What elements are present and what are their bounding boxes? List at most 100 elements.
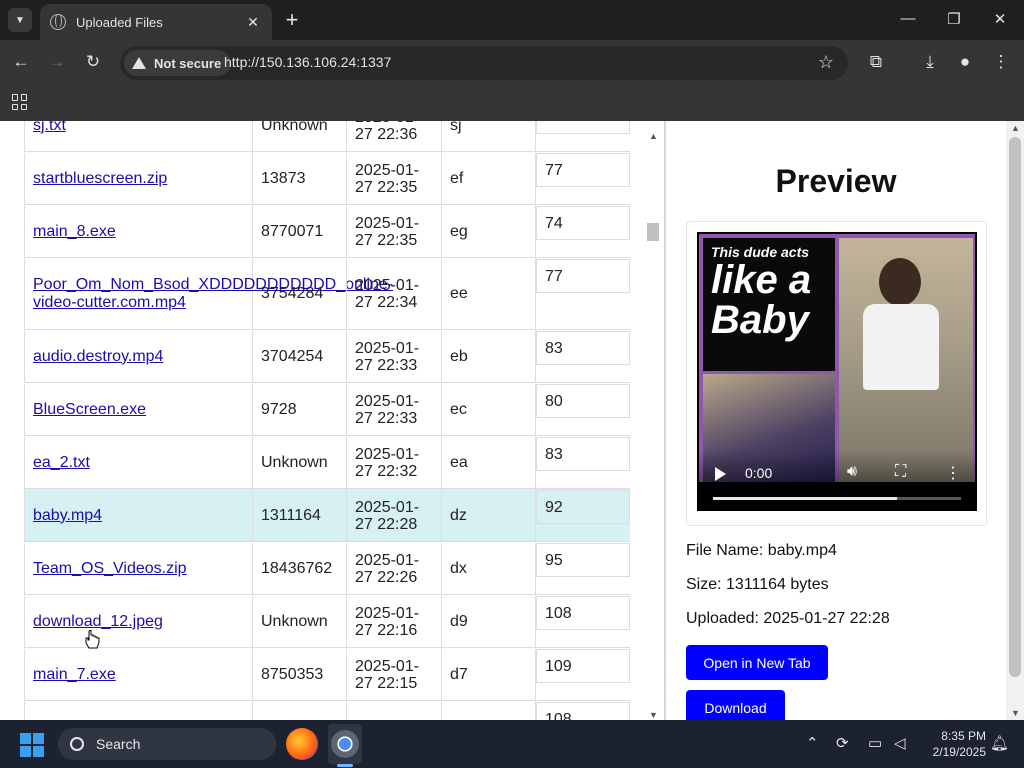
- file-count-cell: 83: [536, 437, 630, 488]
- file-link[interactable]: ea_2.txt: [33, 454, 90, 472]
- address-bar[interactable]: Not secure http://150.136.106.24:1337 ☆: [120, 46, 848, 80]
- file-link[interactable]: BlueScreen.exe: [33, 401, 146, 419]
- table-row[interactable]: Poor_Om_Nom_Bsod_XDDDDDDDDDDD_online-vid…: [24, 258, 630, 330]
- table-row[interactable]: ea_2.txt Unknown 2025-01-27 22:32 ea 83: [24, 436, 630, 489]
- file-size-cell: Unknown: [253, 121, 347, 151]
- restore-icon[interactable]: ❐: [944, 10, 964, 28]
- file-link[interactable]: audio.destroy.mp4: [33, 348, 163, 366]
- count-box: 83: [536, 437, 630, 471]
- minimize-icon[interactable]: —: [898, 10, 918, 27]
- back-arrow-icon[interactable]: ←: [10, 52, 32, 72]
- window-close-icon[interactable]: ✕: [990, 10, 1010, 28]
- video-progress-bar[interactable]: [713, 497, 961, 500]
- clock-time: 8:35 PM: [941, 729, 986, 743]
- table-row[interactable]: sj.txt Unknown2025-01-27 22:36sj: [24, 121, 630, 152]
- taskbar-clock[interactable]: 8:35 PM 2/19/2025: [922, 728, 986, 760]
- file-count-cell: 83: [536, 331, 630, 382]
- file-size-cell: [253, 702, 347, 720]
- volume-muted-icon[interactable]: ◁: [894, 734, 906, 752]
- scroll-up-arrow-icon[interactable]: ▲: [649, 131, 658, 141]
- forward-arrow-icon[interactable]: →: [46, 52, 68, 72]
- table-row[interactable]: BlueScreen.exe 9728 2025-01-27 22:33 ec 80: [24, 383, 630, 436]
- firefox-icon[interactable]: [286, 728, 318, 760]
- file-name-cell: main_8.exe: [24, 206, 253, 257]
- tray-chevron-up-icon[interactable]: ⌃: [806, 734, 819, 752]
- extensions-icon[interactable]: ⧉: [865, 52, 887, 72]
- new-tab-button[interactable]: +: [282, 8, 302, 32]
- file-link[interactable]: main_7.exe: [33, 666, 116, 684]
- file-id-cell: ee: [442, 259, 536, 329]
- open-in-new-tab-button[interactable]: Open in New Tab: [686, 645, 828, 680]
- file-link[interactable]: main_8.exe: [33, 223, 116, 241]
- table-row[interactable]: Team_OS_Videos.zip 18436762 2025-01-27 22:…: [24, 542, 630, 595]
- taskbar-search[interactable]: Search: [58, 728, 276, 760]
- video-frame: This dude acts like a Baby: [699, 234, 975, 482]
- preview-scroll-down-icon[interactable]: ▼: [1011, 708, 1020, 718]
- apps-grid-icon[interactable]: [12, 94, 28, 110]
- video-person-panel: [839, 238, 973, 482]
- profile-icon[interactable]: ●: [954, 52, 976, 72]
- bookmark-star-icon[interactable]: ☆: [818, 52, 834, 73]
- count-box: 77: [536, 153, 630, 187]
- file-link[interactable]: Team_OS_Videos.zip: [33, 560, 187, 578]
- sync-icon[interactable]: ⟳: [836, 734, 849, 752]
- scroll-down-arrow-icon[interactable]: ▼: [649, 710, 658, 720]
- preview-scrollbar[interactable]: ▲ ▼: [1006, 121, 1024, 720]
- file-date-cell: 2025-01-27 22:35: [347, 206, 442, 257]
- hand-cursor-icon: [85, 630, 100, 649]
- uploaded-line: Uploaded: 2025-01-27 22:28: [686, 610, 890, 627]
- file-link[interactable]: startbluescreen.zip: [33, 170, 167, 188]
- download-icon[interactable]: ⤓: [919, 52, 941, 72]
- network-icon[interactable]: ▭: [868, 734, 882, 752]
- file-date-cell: 2025-01-27 22:26: [347, 543, 442, 594]
- file-name-cell: BlueScreen.exe: [24, 384, 253, 435]
- notification-bell-icon[interactable]: 🔔︎: [990, 734, 1009, 752]
- download-button[interactable]: Download: [686, 690, 785, 720]
- file-count-cell: 95: [536, 543, 630, 594]
- windows-start-icon[interactable]: [20, 733, 44, 757]
- count-box: 108: [536, 596, 630, 630]
- file-size-cell: Unknown: [253, 596, 347, 647]
- file-name-cell: [24, 702, 253, 720]
- security-chip[interactable]: Not secure: [124, 50, 232, 76]
- file-count-cell: 109: [536, 649, 630, 700]
- file-date-cell: 2025-01-27 22:36: [347, 121, 442, 151]
- scroll-thumb[interactable]: [647, 223, 659, 241]
- file-date-cell: 2025-01-27 22:34: [347, 259, 442, 329]
- preview-scroll-up-icon[interactable]: ▲: [1011, 123, 1020, 133]
- count-box: 95: [536, 543, 630, 577]
- file-link[interactable]: baby.mp4: [33, 507, 102, 525]
- browser-tab[interactable]: Uploaded Files ✕: [40, 4, 272, 40]
- file-link[interactable]: download_12.jpeg: [33, 613, 163, 631]
- preview-scroll-thumb[interactable]: [1009, 137, 1021, 677]
- fullscreen-icon[interactable]: ⛶: [895, 463, 906, 481]
- clock-date: 2/19/2025: [932, 745, 986, 759]
- file-link[interactable]: sj.txt: [33, 121, 66, 135]
- menu-icon[interactable]: ⋮: [990, 52, 1012, 72]
- file-list-scrollbar[interactable]: ▲ ▼: [644, 121, 662, 720]
- table-row[interactable]: download_12.jpeg Unknown 2025-01-27 22:16 d…: [24, 595, 630, 648]
- tab-close-icon[interactable]: ✕: [244, 14, 262, 31]
- windows-taskbar: Search ⌃ ⟳ ▭ ◁ 8:35 PM 2/19/2025 🔔︎: [0, 720, 1024, 768]
- play-icon[interactable]: [715, 467, 726, 481]
- chrome-icon[interactable]: [331, 730, 359, 758]
- count-box: 74: [536, 206, 630, 240]
- table-row[interactable]: audio.destroy.mp4 3704254 2025-01-27 22:33…: [24, 330, 630, 383]
- file-table: sj.txtUnknown2025-01-27 22:36sjstartblue…: [24, 121, 630, 720]
- url-text[interactable]: http://150.136.106.24:1337: [224, 54, 391, 70]
- tab-search-chevron-icon[interactable]: ▼: [8, 8, 32, 32]
- reload-icon[interactable]: ↻: [82, 52, 104, 72]
- table-row[interactable]: main_8.exe 8770071 2025-01-27 22:35 eg 74: [24, 205, 630, 258]
- volume-icon[interactable]: 🔊︎: [847, 463, 857, 481]
- table-row[interactable]: 2025-01- 108: [24, 701, 630, 720]
- file-id-cell: sj: [442, 121, 536, 151]
- video-menu-icon[interactable]: ⋮: [945, 463, 961, 483]
- video-player[interactable]: This dude acts like a Baby 0:00 🔊︎ ⛶ ⋮: [697, 232, 977, 511]
- table-row[interactable]: startbluescreen.zip 13873 2025-01-27 22:35…: [24, 152, 630, 205]
- file-size-cell: 13873: [253, 153, 347, 204]
- file-date-cell: 2025-01-: [347, 702, 442, 720]
- table-row[interactable]: baby.mp4 1311164 2025-01-27 22:28 dz 92: [24, 489, 630, 542]
- count-box: 80: [536, 384, 630, 418]
- table-row[interactable]: main_7.exe 8750353 2025-01-27 22:15 d7 109: [24, 648, 630, 701]
- file-size-cell: 9728: [253, 384, 347, 435]
